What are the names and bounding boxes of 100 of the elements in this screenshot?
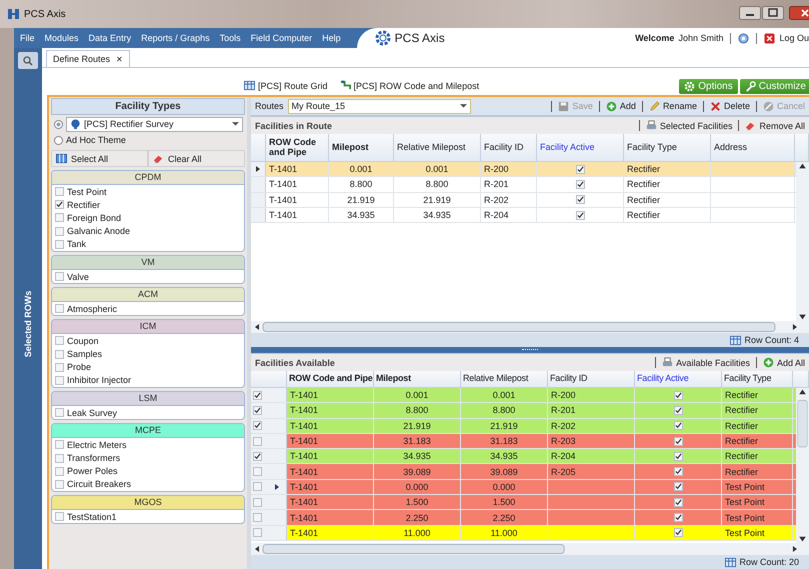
menu-item[interactable]: Modules: [44, 33, 79, 43]
checkbox[interactable]: [253, 482, 262, 492]
checkbox[interactable]: [55, 272, 64, 282]
checkbox[interactable]: [674, 421, 682, 430]
checkbox[interactable]: [253, 452, 262, 461]
table-row[interactable]: T-1401 0.001 0.001 R-200 Rectifier: [251, 162, 796, 178]
column-header[interactable]: Facility ID: [548, 371, 635, 387]
minimize-icon[interactable]: [739, 6, 761, 20]
checkbox[interactable]: [253, 467, 262, 476]
menu-item[interactable]: Data Entry: [88, 33, 132, 43]
checkbox[interactable]: [674, 482, 682, 492]
table-row[interactable]: T-1401 21.919 21.919 R-202 Rectifier: [251, 418, 796, 434]
checkbox[interactable]: [253, 406, 262, 415]
column-header[interactable]: Facility Active: [635, 371, 722, 387]
checkbox[interactable]: [576, 195, 584, 204]
column-header[interactable]: Milepost: [329, 134, 394, 161]
checkbox[interactable]: [674, 406, 682, 415]
table-row[interactable]: T-1401 34.935 34.935 R-204 Rectifier: [251, 208, 796, 224]
checkbox[interactable]: [55, 336, 64, 346]
dropdown-arrow-icon[interactable]: [460, 104, 467, 108]
checkbox[interactable]: [55, 240, 64, 249]
checkbox[interactable]: [55, 304, 64, 314]
dropdown-arrow-icon[interactable]: [232, 122, 239, 126]
checkbox[interactable]: [253, 513, 262, 522]
checkbox[interactable]: [55, 466, 64, 476]
row-header[interactable]: [251, 162, 266, 176]
radio-button[interactable]: [54, 136, 63, 144]
checkbox[interactable]: [674, 467, 682, 476]
route-action-button[interactable]: Add: [606, 100, 636, 112]
table-row[interactable]: T-1401 31.183 31.183 R-203 Rectifier: [251, 434, 796, 450]
maximize-icon[interactable]: [762, 6, 784, 20]
checkbox[interactable]: [253, 390, 262, 400]
horizontal-scrollbar[interactable]: [251, 543, 809, 555]
horizontal-scrollbar[interactable]: [251, 321, 809, 333]
table-row[interactable]: T-1401 0.000 0.000 Test Point: [251, 480, 796, 496]
checkbox[interactable]: [55, 376, 64, 385]
checkbox[interactable]: [55, 226, 64, 236]
menu-item[interactable]: File: [20, 33, 35, 43]
checkbox[interactable]: [253, 528, 262, 538]
checkbox[interactable]: [55, 408, 64, 418]
close-tab-button[interactable]: ✕: [116, 54, 124, 64]
side-panel-label[interactable]: Selected ROWs: [23, 290, 33, 358]
checkbox[interactable]: [55, 480, 64, 489]
radio-button[interactable]: [54, 120, 63, 128]
checkbox[interactable]: [55, 187, 64, 196]
logout-icon[interactable]: [764, 32, 776, 44]
checkbox[interactable]: [253, 498, 262, 507]
route-action-button[interactable]: Delete: [710, 100, 750, 112]
checkbox[interactable]: [674, 390, 682, 400]
table-row[interactable]: T-1401 0.001 0.001 R-200 Rectifier: [251, 388, 796, 404]
checkbox[interactable]: [576, 164, 584, 174]
checkbox[interactable]: [55, 362, 64, 372]
column-header[interactable]: Facility ID: [481, 134, 537, 161]
column-header[interactable]: Milepost: [374, 371, 461, 387]
table-row[interactable]: T-1401 39.089 39.089 R-205 Rectifier: [251, 464, 796, 480]
table-row[interactable]: T-1401 8.800 8.800 R-201 Rectifier: [251, 403, 796, 419]
logout-link[interactable]: Log Ou: [779, 33, 809, 43]
column-header[interactable]: ROW Code and Pipe: [287, 371, 374, 387]
checkbox[interactable]: [576, 180, 584, 189]
column-header[interactable]: Facility Active: [537, 134, 624, 161]
tab[interactable]: Define Routes ✕: [46, 50, 130, 67]
column-header[interactable]: Relative Milepost: [461, 371, 548, 387]
row-header[interactable]: [251, 480, 287, 494]
grid-action-button[interactable]: Remove All: [745, 120, 805, 131]
table-row[interactable]: T-1401 8.800 8.800 R-201 Rectifier: [251, 177, 796, 193]
checkbox[interactable]: [674, 436, 682, 446]
column-header[interactable]: Facility Type: [624, 134, 711, 161]
column-header[interactable]: Address: [711, 134, 795, 161]
checkbox[interactable]: [55, 213, 64, 222]
search-button[interactable]: [18, 52, 38, 69]
table-row[interactable]: T-1401 21.919 21.919 R-202 Rectifier: [251, 192, 796, 208]
grid-action-button[interactable]: Available Facilities: [662, 357, 750, 368]
selection-button[interactable]: Select All: [51, 150, 148, 167]
theme-dropdown[interactable]: [PCS] Rectifier Survey: [66, 116, 243, 132]
checkbox[interactable]: [55, 350, 64, 359]
table-row[interactable]: T-1401 2.250 2.250 Test Point: [251, 510, 796, 526]
checkbox[interactable]: [253, 421, 262, 430]
menu-item[interactable]: Reports / Graphs: [141, 33, 210, 43]
grid-action-button[interactable]: Selected Facilities: [646, 120, 732, 131]
checkbox[interactable]: [55, 454, 64, 463]
toolbar-button[interactable]: [PCS] ROW Code and Milepost: [340, 80, 480, 94]
checkbox[interactable]: [674, 513, 682, 522]
route-action-button[interactable]: Rename: [648, 100, 697, 112]
table-row[interactable]: T-1401 34.935 34.935 R-204 Rectifier: [251, 449, 796, 464]
checkbox[interactable]: [576, 210, 584, 220]
column-header[interactable]: ROW Code and Pipe: [266, 134, 329, 161]
checkbox[interactable]: [674, 528, 682, 538]
checkbox[interactable]: [674, 452, 682, 461]
table-row[interactable]: T-1401 11.000 11.000 Test Point: [251, 526, 796, 541]
checkbox[interactable]: [674, 498, 682, 507]
checkbox[interactable]: [55, 512, 64, 522]
column-header[interactable]: Facility Type: [722, 371, 793, 387]
vertical-scrollbar[interactable]: [796, 388, 809, 543]
checkbox[interactable]: [55, 440, 64, 450]
menu-item[interactable]: Tools: [220, 33, 241, 43]
toolbar-button[interactable]: [PCS] Route Grid: [244, 80, 328, 94]
table-row[interactable]: T-1401 1.500 1.500 Test Point: [251, 495, 796, 510]
grid-action-button[interactable]: Add All: [762, 357, 805, 368]
menu-item[interactable]: Help: [322, 33, 341, 43]
column-header[interactable]: Relative Milepost: [394, 134, 481, 161]
